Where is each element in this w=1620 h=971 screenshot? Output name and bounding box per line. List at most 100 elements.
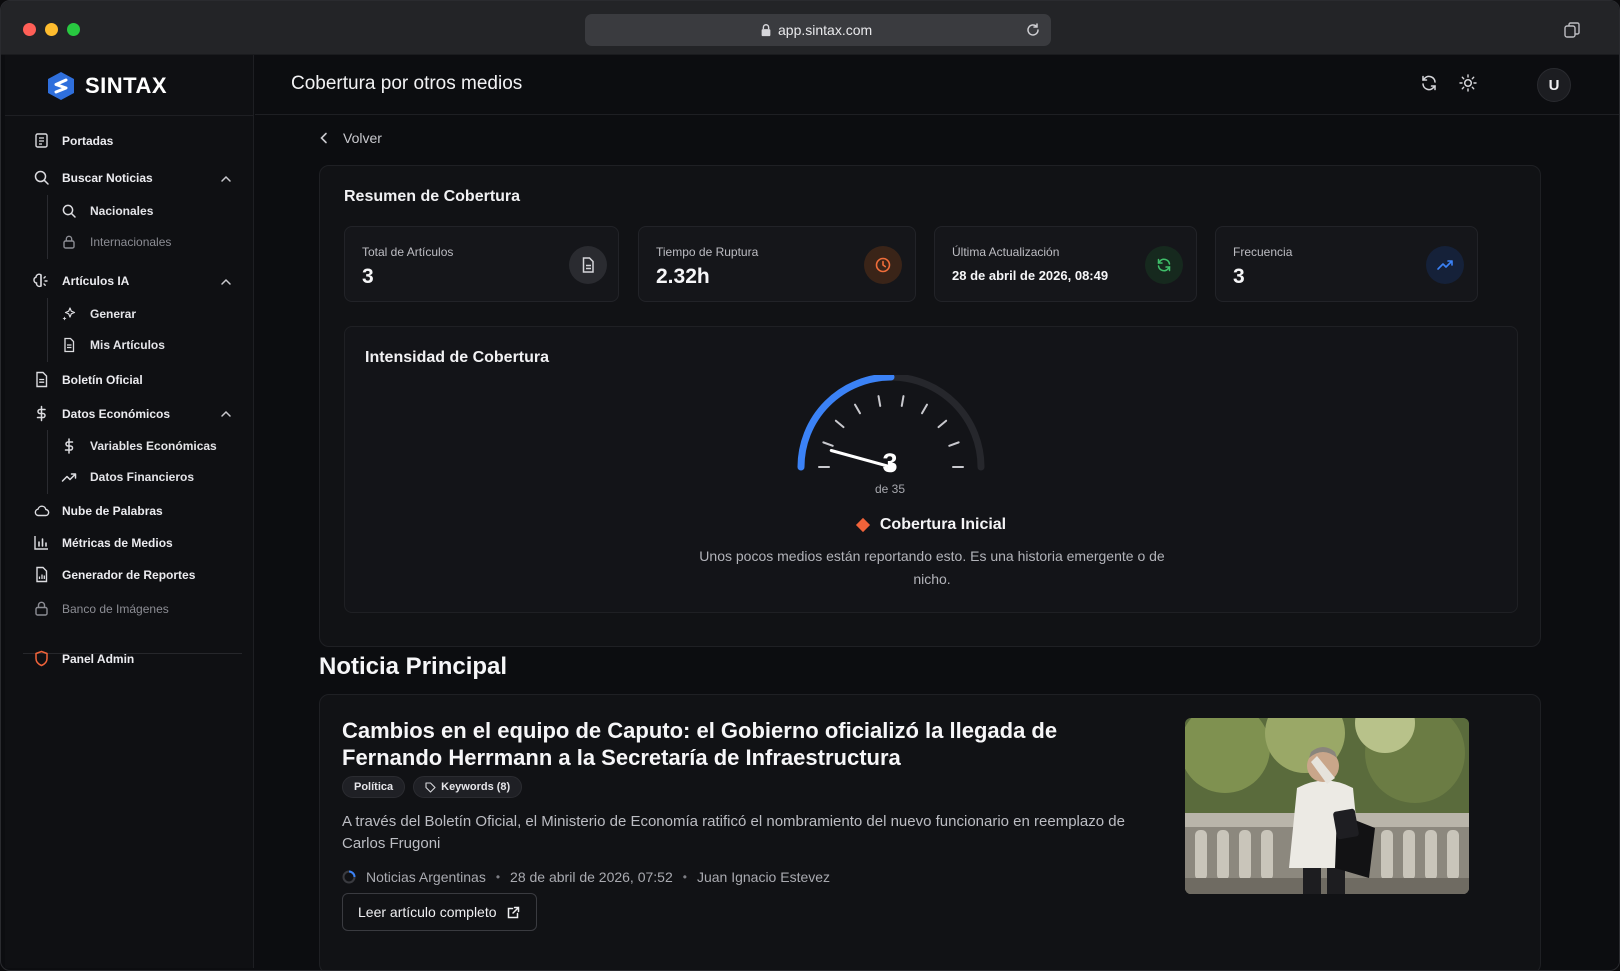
gauge-tick	[877, 395, 882, 407]
stat-label: Tiempo de Ruptura	[656, 245, 759, 259]
sidebar-item-label: Banco de Imágenes	[62, 601, 169, 616]
level-label: Cobertura Inicial	[879, 516, 1007, 533]
sidebar-item-boletin-oficial[interactable]: Boletín Oficial	[33, 371, 143, 388]
card-title: Resumen de Cobertura	[344, 188, 521, 205]
refresh-icon[interactable]	[1419, 73, 1439, 93]
url-text: app.sintax.com	[778, 22, 873, 38]
trending-up-icon	[61, 473, 77, 482]
close-window-button[interactable]	[23, 23, 36, 36]
coverage-intensity-panel: Intensidad de Cobertura 3 de 35 Cobertur…	[344, 326, 1518, 613]
sidebar-item-label: Buscar Noticias	[62, 170, 153, 185]
stat-value: 3	[1233, 265, 1245, 288]
coverage-summary-card: Resumen de Cobertura Total de Artículos …	[319, 165, 1541, 647]
sidebar-item-banco-de-imagenes[interactable]: Banco de Imágenes	[33, 600, 169, 617]
level-description: Unos pocos medios están reportando esto.…	[699, 548, 1165, 587]
tag-category[interactable]: Política	[342, 776, 406, 798]
file-text-icon	[36, 371, 48, 388]
news-date: 28 de abril de 2026, 07:52	[510, 869, 673, 885]
source-icon	[342, 870, 356, 884]
chevron-up-icon[interactable]	[219, 407, 233, 421]
news-tags: Política Keywords (8)	[342, 776, 523, 798]
reload-icon[interactable]	[1025, 22, 1041, 38]
chevron-up-icon[interactable]	[219, 172, 233, 186]
gauge-tick	[900, 395, 905, 407]
stat-value: 28 de abril de 2026, 08:49	[952, 268, 1109, 283]
tabs-overview-icon[interactable]	[1563, 21, 1581, 39]
stat-value: 3	[362, 265, 374, 288]
stat-label: Frecuencia	[1233, 245, 1293, 259]
brand-name: SINTAX	[85, 73, 168, 98]
sun-icon[interactable]	[1458, 73, 1478, 93]
news-source: Noticias Argentinas	[366, 869, 486, 885]
stat-label: Total de Artículos	[362, 245, 454, 259]
newspaper-icon	[35, 133, 48, 148]
stat-icon-badge	[864, 246, 902, 284]
chevron-left-icon	[320, 132, 327, 144]
cloud-icon	[34, 505, 50, 517]
external-link-icon	[507, 906, 519, 918]
back-label: Volver	[343, 130, 382, 146]
gauge-tick	[822, 441, 834, 447]
sidebar-item-label: Generar	[90, 307, 137, 321]
sidebar-item-buscar-noticias[interactable]: Buscar Noticias	[33, 169, 153, 186]
sidebar-item-datos-economicos[interactable]: Datos Económicos	[33, 405, 170, 422]
stat-icon-badge	[1145, 246, 1183, 284]
minimize-window-button[interactable]	[45, 23, 58, 36]
maximize-window-button[interactable]	[67, 23, 80, 36]
sidebar-item-variables-economicas[interactable]: Variables Económicas	[61, 438, 217, 454]
sidebar-item-mis-articulos[interactable]: Mis Artículos	[61, 337, 165, 353]
meta-separator: •	[495, 870, 501, 884]
sidebar-item-label: Panel Admin	[62, 651, 135, 666]
sidebar-item-internacionales[interactable]: Internacionales	[61, 234, 171, 250]
chevron-up-icon[interactable]	[219, 275, 233, 289]
gauge-tick	[948, 441, 960, 447]
sidebar-item-label: Internacionales	[90, 235, 172, 249]
stat-total-articulos: Total de Artículos 3	[344, 226, 619, 302]
read-button-label: Leer artículo completo	[358, 904, 497, 920]
sidebar-item-label: Artículos IA	[62, 273, 130, 288]
stat-value: 2.32h	[656, 265, 710, 288]
stat-tiempo-de-ruptura: Tiempo de Ruptura 2.32h	[638, 226, 916, 302]
gauge-tick	[854, 403, 861, 415]
sidebar-item-label: Boletín Oficial	[62, 372, 143, 387]
sidebar-item-nube-de-palabras[interactable]: Nube de Palabras	[33, 502, 163, 519]
tag-label: Keywords (8)	[441, 781, 511, 793]
sidebar-item-articulos-ia[interactable]: Artículos IA	[33, 272, 129, 289]
news-thumbnail[interactable]	[1185, 718, 1469, 894]
lock-icon	[761, 24, 771, 37]
sidebar-item-panel-admin[interactable]: Panel Admin	[33, 650, 134, 667]
bar-chart-icon	[34, 536, 48, 550]
sidebar-item-label: Generador de Reportes	[62, 567, 196, 582]
sidebar-item-generador-de-reportes[interactable]: Generador de Reportes	[33, 566, 195, 583]
news-title[interactable]: Cambios en el equipo de Caputo: el Gobie…	[342, 717, 1102, 771]
sidebar-item-portadas[interactable]: Portadas	[33, 132, 113, 149]
clock-icon	[875, 257, 891, 273]
sidebar: SINTAX Portadas Buscar Noticias Nacional…	[5, 55, 254, 968]
sidebar-item-label: Variables Económicas	[90, 439, 217, 453]
sidebar-item-nacionales[interactable]: Nacionales	[61, 203, 153, 219]
back-link[interactable]: Volver	[317, 130, 382, 146]
user-avatar[interactable]: U	[1537, 68, 1571, 102]
address-bar[interactable]: app.sintax.com	[585, 14, 1051, 46]
read-full-article-button[interactable]: Leer artículo completo	[342, 893, 537, 931]
main-news-card: Cambios en el equipo de Caputo: el Gobie…	[319, 694, 1541, 970]
sidebar-item-metricas-de-medios[interactable]: Métricas de Medios	[33, 534, 173, 551]
tag-keywords[interactable]: Keywords (8)	[413, 776, 523, 798]
ai-brain-icon	[33, 273, 48, 288]
submenu-line	[47, 195, 48, 259]
sidebar-item-label: Nacionales	[90, 204, 154, 218]
dollar-icon	[64, 438, 74, 454]
section-title: Noticia Principal	[319, 653, 508, 680]
top-bar: Cobertura por otros medios U	[255, 55, 1619, 115]
search-icon	[62, 204, 76, 218]
sidebar-item-generar[interactable]: Generar	[61, 306, 136, 322]
gauge-tick	[921, 403, 928, 415]
sintax-logo-icon	[48, 72, 74, 100]
search-icon	[34, 170, 49, 185]
sparkles-icon	[62, 307, 76, 321]
meta-separator: •	[682, 870, 687, 884]
window-controls	[23, 23, 80, 36]
news-photo-image	[1185, 718, 1469, 894]
sidebar-item-datos-financieros[interactable]: Datos Financieros	[61, 469, 194, 485]
brand[interactable]: SINTAX	[47, 71, 167, 101]
